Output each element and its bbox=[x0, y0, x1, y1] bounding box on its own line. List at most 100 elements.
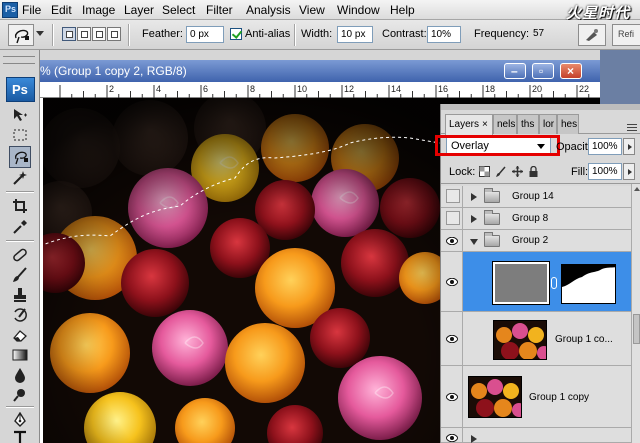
horizontal-ruler[interactable]: 2 4 6 8 10 12 14 16 18 20 22 bbox=[40, 82, 600, 98]
tab-color[interactable]: lor bbox=[539, 114, 557, 134]
canvas[interactable] bbox=[40, 98, 440, 443]
anti-alias-checkbox[interactable] bbox=[230, 28, 242, 40]
intersect-selection-button[interactable] bbox=[107, 27, 121, 41]
panel-grip[interactable] bbox=[3, 56, 35, 64]
layer-thumbnail[interactable] bbox=[468, 376, 522, 418]
roses-thumbnail bbox=[469, 377, 521, 417]
menu-view[interactable]: View bbox=[299, 3, 325, 17]
chevron-down-icon[interactable] bbox=[36, 31, 44, 36]
layer-row-group-8[interactable]: Group 8 bbox=[441, 208, 631, 230]
visibility-toggle[interactable] bbox=[446, 211, 460, 225]
layer-thumbnail[interactable] bbox=[492, 261, 550, 305]
maximize-button[interactable]: ▫ bbox=[532, 63, 554, 79]
close-button[interactable]: × bbox=[560, 63, 582, 79]
link-icon[interactable] bbox=[551, 277, 557, 289]
menu-window[interactable]: Window bbox=[337, 3, 380, 17]
lock-pixels-icon[interactable] bbox=[496, 166, 507, 177]
brush-icon bbox=[13, 267, 27, 282]
layer-thumbnail[interactable] bbox=[493, 320, 547, 360]
contrast-input[interactable]: 10% bbox=[427, 26, 461, 43]
feather-input[interactable]: 0 px bbox=[186, 26, 224, 43]
eye-icon[interactable] bbox=[446, 434, 458, 442]
menu-layer[interactable]: Layer bbox=[124, 3, 154, 17]
menu-help[interactable]: Help bbox=[390, 3, 415, 17]
magnetic-lasso-tool[interactable] bbox=[9, 146, 31, 168]
layer-row-group-2[interactable]: Group 2 bbox=[441, 230, 631, 252]
clone-stamp-tool[interactable] bbox=[9, 284, 31, 306]
frequency-input[interactable]: 57 bbox=[530, 26, 550, 43]
subtract-from-selection-button[interactable] bbox=[92, 27, 106, 41]
layer-row-group-1-copy[interactable]: Group 1 copy bbox=[441, 366, 631, 428]
eyedropper-tool[interactable] bbox=[9, 216, 31, 238]
magic-wand-tool[interactable] bbox=[9, 167, 31, 189]
add-to-selection-button[interactable] bbox=[77, 27, 91, 41]
layer-row-group-14[interactable]: Group 14 bbox=[441, 186, 631, 208]
blur-tool[interactable] bbox=[9, 364, 31, 386]
gradient-tool[interactable] bbox=[9, 344, 31, 366]
new-selection-button[interactable] bbox=[62, 27, 76, 41]
opacity-input[interactable]: 100% bbox=[588, 138, 622, 155]
visibility-toggle[interactable] bbox=[446, 189, 460, 203]
expand-arrow-icon[interactable] bbox=[470, 239, 478, 245]
expand-arrow-icon[interactable] bbox=[471, 193, 477, 201]
tool-preset-picker[interactable] bbox=[8, 24, 34, 46]
visibility-cell[interactable] bbox=[441, 230, 463, 251]
eye-icon[interactable] bbox=[446, 237, 458, 245]
tab-channels[interactable]: nels bbox=[493, 114, 517, 134]
scroll-up-icon[interactable] bbox=[634, 187, 640, 191]
panel-menu-icon[interactable] bbox=[627, 124, 637, 134]
fill-slider-button[interactable] bbox=[623, 163, 635, 180]
dodge-tool[interactable] bbox=[9, 384, 31, 406]
menu-analysis[interactable]: Analysis bbox=[246, 3, 291, 17]
eye-icon[interactable] bbox=[446, 278, 458, 286]
visibility-cell[interactable] bbox=[441, 208, 463, 229]
panel-header[interactable] bbox=[441, 104, 640, 110]
layer-row-group-1-copy-2[interactable]: Group 1 co... bbox=[441, 312, 631, 366]
crop-tool[interactable] bbox=[9, 195, 31, 217]
minimize-button[interactable]: – bbox=[504, 63, 526, 79]
lock-transparent-icon[interactable] bbox=[479, 166, 490, 177]
tab-paths[interactable]: ths bbox=[517, 114, 539, 134]
tab-channels-label: nels bbox=[497, 119, 516, 130]
fill-input[interactable]: 100% bbox=[588, 163, 622, 180]
refine-edge-button[interactable]: Refi bbox=[612, 24, 640, 46]
move-tool[interactable] bbox=[9, 104, 31, 126]
visibility-cell[interactable] bbox=[441, 428, 463, 442]
layer-mask-thumbnail[interactable] bbox=[561, 264, 616, 304]
layer-row-selected[interactable] bbox=[441, 252, 631, 312]
app-icon[interactable]: Ps bbox=[2, 2, 18, 18]
layers-scrollbar[interactable] bbox=[631, 184, 640, 443]
eye-icon[interactable] bbox=[446, 335, 458, 343]
layer-row-next[interactable] bbox=[441, 428, 631, 443]
marquee-tool[interactable] bbox=[9, 124, 31, 146]
history-brush-tool[interactable] bbox=[9, 304, 31, 326]
menu-select[interactable]: Select bbox=[162, 3, 195, 17]
visibility-cell[interactable] bbox=[441, 186, 463, 207]
visibility-cell[interactable] bbox=[441, 312, 463, 365]
type-tool[interactable] bbox=[9, 427, 31, 443]
tab-swatches[interactable]: hes bbox=[557, 114, 579, 134]
visibility-cell[interactable] bbox=[441, 252, 463, 311]
menu-filter[interactable]: Filter bbox=[206, 3, 233, 17]
visibility-cell[interactable] bbox=[441, 366, 463, 427]
width-input[interactable]: 10 px bbox=[337, 26, 373, 43]
lock-position-icon[interactable] bbox=[512, 166, 523, 177]
healing-brush-tool[interactable] bbox=[9, 244, 31, 266]
expand-arrow-icon[interactable] bbox=[471, 435, 477, 443]
brush-tool[interactable] bbox=[9, 264, 31, 286]
close-icon[interactable]: × bbox=[482, 119, 488, 130]
expand-arrow-icon[interactable] bbox=[471, 215, 477, 223]
menu-file[interactable]: File bbox=[22, 3, 41, 17]
scroll-thumb[interactable] bbox=[633, 314, 640, 344]
lock-all-icon[interactable] bbox=[528, 166, 539, 177]
document-title-bar[interactable]: % (Group 1 copy 2, RGB/8) – ▫ × bbox=[40, 60, 600, 82]
menu-edit[interactable]: Edit bbox=[51, 3, 72, 17]
pen-pressure-button[interactable] bbox=[578, 24, 606, 46]
opacity-slider-button[interactable] bbox=[623, 138, 635, 155]
tab-layers[interactable]: Layers × bbox=[445, 114, 493, 135]
eye-icon[interactable] bbox=[446, 393, 458, 401]
vertical-ruler[interactable] bbox=[40, 98, 43, 443]
menu-image[interactable]: Image bbox=[82, 3, 115, 17]
eraser-tool[interactable] bbox=[9, 324, 31, 346]
dodge-icon bbox=[13, 389, 25, 402]
